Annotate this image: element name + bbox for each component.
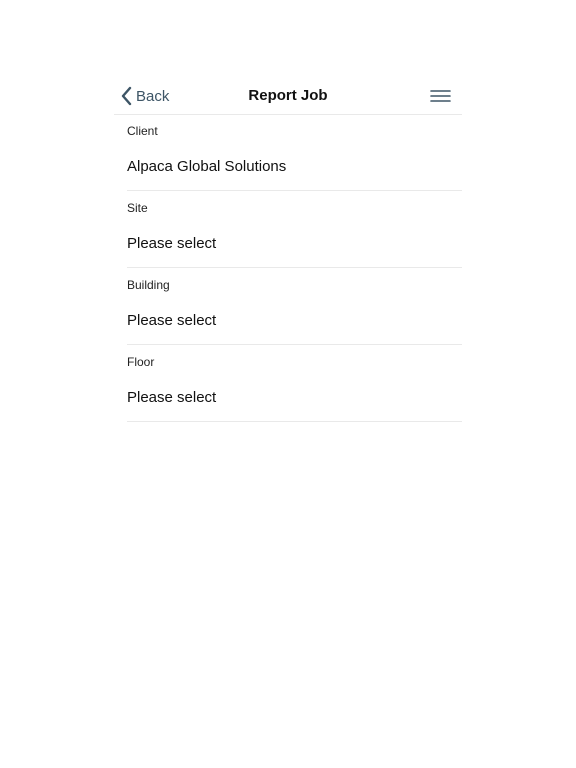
building-label: Building: [127, 278, 170, 292]
building-value: Please select: [127, 312, 217, 329]
floor-field[interactable]: Floor Please select: [127, 345, 462, 422]
client-value: Alpaca Global Solutions: [127, 158, 287, 175]
client-label: Client: [127, 124, 158, 138]
floor-label: Floor: [127, 355, 155, 369]
menu-button[interactable]: [430, 88, 451, 104]
floor-value: Please select: [127, 389, 217, 406]
back-label: Back: [136, 87, 170, 105]
navigation-bar: Back Report Job: [114, 78, 462, 115]
report-job-screen: Back Report Job Client Alpaca Global Sol…: [0, 0, 576, 768]
site-value: Please select: [127, 235, 217, 252]
back-button[interactable]: Back: [120, 85, 169, 107]
report-job-form: Client Alpaca Global Solutions Site Plea…: [127, 114, 462, 422]
site-field[interactable]: Site Please select: [127, 191, 462, 268]
chevron-left-icon: [121, 86, 132, 106]
building-field[interactable]: Building Please select: [127, 268, 462, 345]
hamburger-menu-icon: [430, 90, 451, 102]
site-label: Site: [127, 201, 148, 215]
client-field[interactable]: Client Alpaca Global Solutions: [127, 114, 462, 191]
